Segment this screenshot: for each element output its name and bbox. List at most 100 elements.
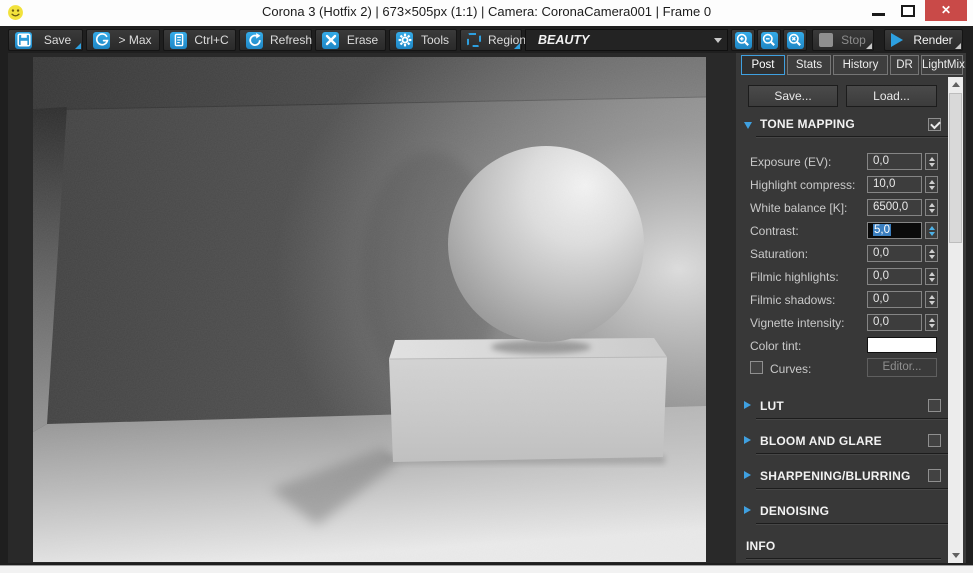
collapse-arrow-icon[interactable] (744, 122, 752, 129)
divider (746, 558, 941, 559)
channel-select[interactable]: BEAUTY (525, 29, 728, 51)
corona-logo-icon (93, 31, 110, 49)
section-bloom-glare: BLOOM AND GLARE (736, 434, 948, 454)
zoom-in-button[interactable] (731, 29, 755, 51)
contrast-spinner[interactable] (925, 222, 938, 239)
saturation-input[interactable]: 0,0 (867, 245, 922, 262)
close-button[interactable]: ✕ (925, 0, 967, 21)
channel-value: BEAUTY (538, 33, 590, 47)
vignette-spinner[interactable] (925, 314, 938, 331)
minimize-button[interactable] (872, 13, 885, 16)
scroll-up-button[interactable] (948, 77, 963, 92)
section-title: INFO (746, 539, 776, 553)
tools-button[interactable]: Tools (389, 29, 457, 51)
white-balance-spinner[interactable] (925, 199, 938, 216)
max-button[interactable]: > Max (86, 29, 160, 51)
render-button[interactable]: Render (884, 29, 963, 51)
expand-arrow-icon[interactable] (744, 436, 751, 444)
refresh-button[interactable]: Refresh (239, 29, 312, 51)
zoom-in-icon (734, 31, 752, 49)
render-viewport (8, 53, 736, 563)
zoom-reset-button[interactable] (783, 29, 807, 51)
tab-history[interactable]: History (833, 55, 888, 75)
region-button[interactable]: Region (460, 29, 526, 51)
zoom-reset-icon (786, 31, 804, 49)
row-color-tint: Color tint: (736, 337, 948, 355)
curves-checkbox[interactable] (750, 361, 763, 374)
filmic-shadows-input[interactable]: 0,0 (867, 291, 922, 308)
white-balance-input[interactable]: 6500,0 (867, 199, 922, 216)
bloom-enable-checkbox[interactable] (928, 434, 941, 447)
window-title: Corona 3 (Hotfix 2) | 673×505px (1:1) | … (261, 4, 712, 19)
title-bar: Corona 3 (Hotfix 2) | 673×505px (1:1) | … (0, 0, 973, 26)
render-image[interactable] (33, 57, 706, 562)
exposure-input[interactable]: 0,0 (867, 153, 922, 170)
chevron-down-icon (951, 553, 960, 558)
scrollbar-thumb[interactable] (949, 93, 962, 243)
highlight-compress-input[interactable]: 10,0 (867, 176, 922, 193)
exposure-spinner[interactable] (925, 153, 938, 170)
maximize-button[interactable] (901, 5, 915, 17)
divider (756, 418, 948, 419)
sharpening-enable-checkbox[interactable] (928, 469, 941, 482)
chevron-down-icon (709, 37, 727, 43)
row-filmic-highlights: Filmic highlights: 0,0 (736, 268, 948, 286)
menu-corner-icon (955, 43, 961, 49)
section-title[interactable]: SHARPENING/BLURRING (760, 469, 910, 483)
floppy-icon (15, 31, 32, 49)
expand-arrow-icon[interactable] (744, 471, 751, 479)
corona-vfb-window: Corona 3 (Hotfix 2) | 673×505px (1:1) | … (0, 0, 973, 573)
filmic-highlights-spinner[interactable] (925, 268, 938, 285)
tab-dr[interactable]: DR (890, 55, 919, 75)
scroll-down-button[interactable] (948, 548, 963, 563)
row-vignette: Vignette intensity: 0,0 (736, 314, 948, 332)
stop-icon (819, 33, 833, 47)
divider (756, 523, 948, 524)
divider (756, 136, 948, 137)
panel-scrollbar[interactable] (948, 77, 963, 563)
refresh-icon (246, 31, 263, 49)
zoom-out-button[interactable] (757, 29, 781, 51)
tab-lightmix[interactable]: LightMix (921, 55, 965, 75)
vignette-input[interactable]: 0,0 (867, 314, 922, 331)
section-info: INFO (736, 539, 948, 559)
save-button[interactable]: Save (8, 29, 83, 51)
section-title[interactable]: LUT (760, 399, 784, 413)
expand-arrow-icon[interactable] (744, 506, 751, 514)
tab-post[interactable]: Post (741, 55, 785, 75)
section-sharpening: SHARPENING/BLURRING (736, 469, 948, 489)
row-curves: Curves: Editor... (736, 358, 948, 378)
expand-arrow-icon[interactable] (744, 401, 751, 409)
curves-editor-button[interactable]: Editor... (867, 358, 937, 377)
highlight-compress-spinner[interactable] (925, 176, 938, 193)
menu-corner-icon (866, 43, 872, 49)
section-title[interactable]: BLOOM AND GLARE (760, 434, 882, 448)
contrast-input[interactable]: 5,0 (867, 222, 922, 239)
section-tone-mapping: TONE MAPPING (736, 117, 948, 137)
row-highlight-compress: Highlight compress: 10,0 (736, 176, 948, 194)
erase-button[interactable]: Erase (315, 29, 386, 51)
zoom-out-icon (760, 31, 778, 49)
copy-button[interactable]: Ctrl+C (163, 29, 236, 51)
tone-mapping-enable-checkbox[interactable] (928, 118, 941, 131)
divider (756, 488, 948, 489)
tab-stats[interactable]: Stats (787, 55, 831, 75)
menu-corner-icon (75, 43, 81, 49)
window-bottom-edge (0, 565, 973, 573)
stop-button[interactable]: Stop (812, 29, 874, 51)
color-tint-swatch[interactable] (867, 337, 937, 353)
section-denoising: DENOISING (736, 504, 948, 524)
filmic-highlights-input[interactable]: 0,0 (867, 268, 922, 285)
lut-enable-checkbox[interactable] (928, 399, 941, 412)
section-lut: LUT (736, 399, 948, 419)
section-title[interactable]: DENOISING (760, 504, 829, 518)
section-title[interactable]: TONE MAPPING (760, 117, 855, 131)
divider (756, 453, 948, 454)
copy-icon (170, 31, 187, 49)
row-exposure: Exposure (EV): 0,0 (736, 153, 948, 171)
chevron-up-icon (951, 82, 960, 87)
saturation-spinner[interactable] (925, 245, 938, 262)
filmic-shadows-spinner[interactable] (925, 291, 938, 308)
config-save-button[interactable]: Save... (748, 85, 838, 107)
config-load-button[interactable]: Load... (846, 85, 937, 107)
